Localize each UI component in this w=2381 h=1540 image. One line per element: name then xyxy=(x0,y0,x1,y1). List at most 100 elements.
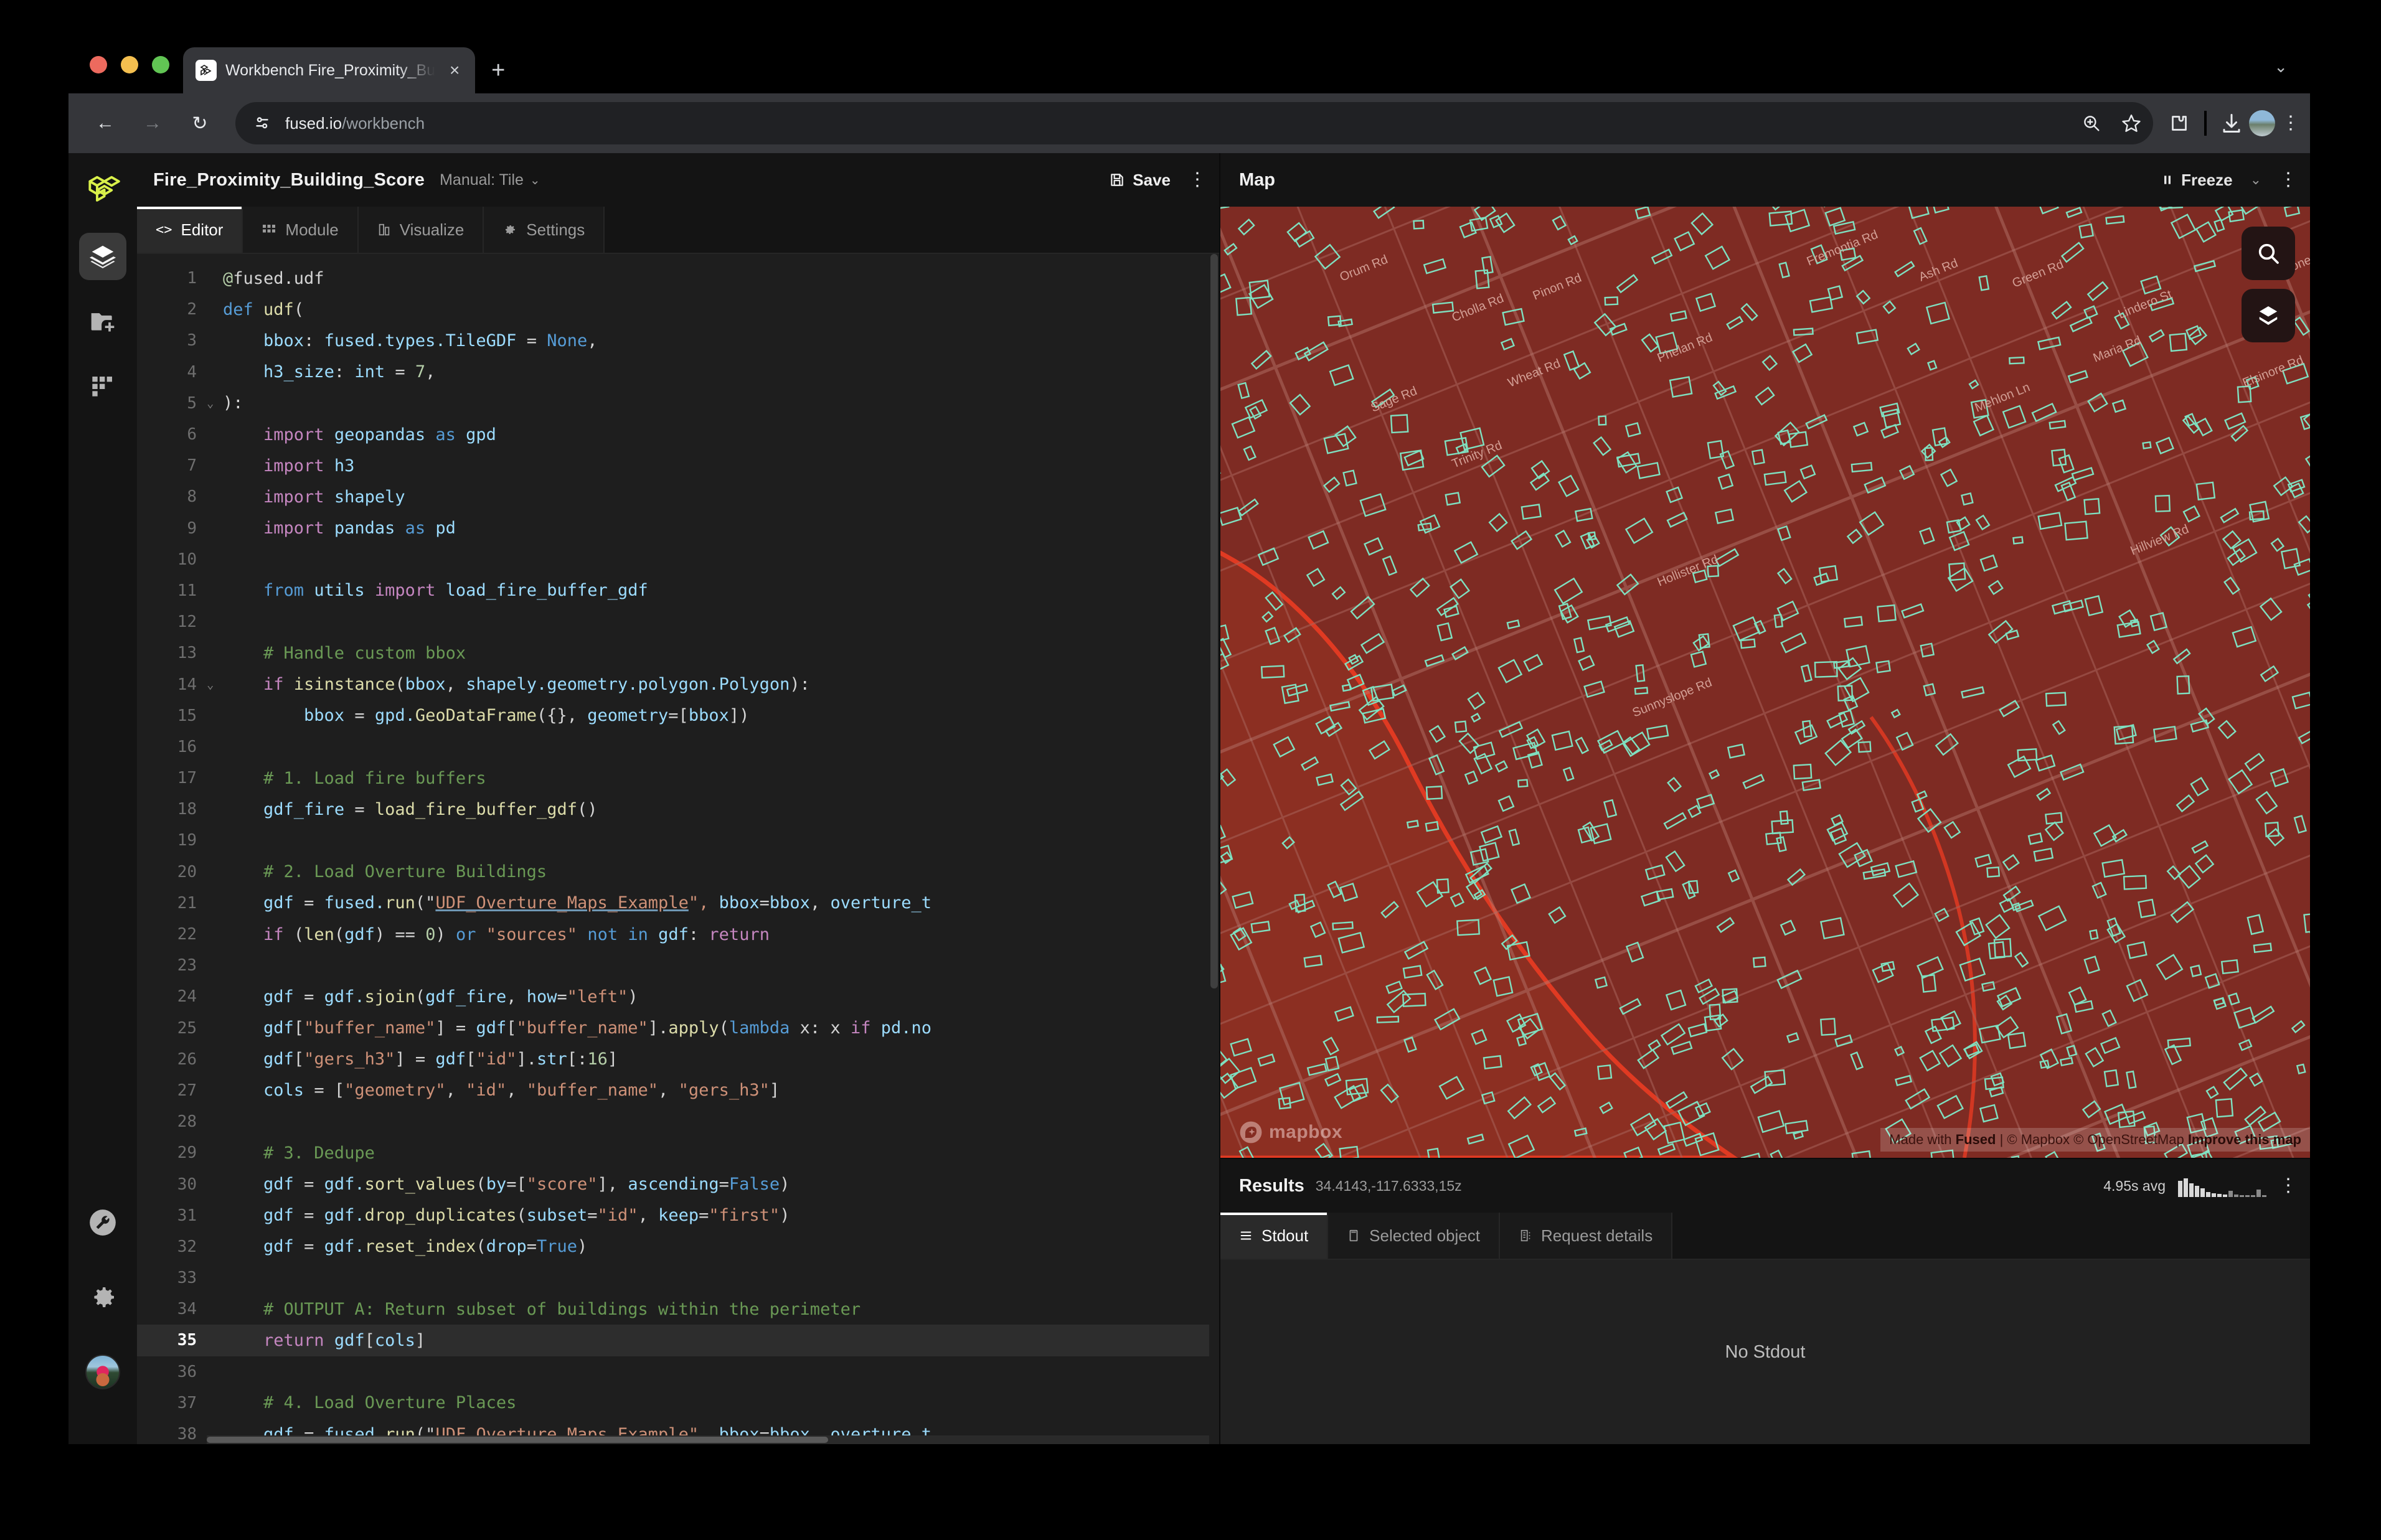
zoom-icon[interactable] xyxy=(2081,113,2102,134)
code-line[interactable]: 25 gdf["buffer_name"] = gdf["buffer_name… xyxy=(137,1013,1219,1044)
forward-button[interactable]: → xyxy=(132,103,173,144)
tab-module[interactable]: Module xyxy=(243,207,358,253)
attribution-fused-link[interactable]: Fused xyxy=(1956,1132,1996,1147)
editor-horizontal-scrollbar[interactable] xyxy=(207,1435,1209,1444)
extensions-icon[interactable] xyxy=(2168,112,2190,134)
sidebar-item-grid[interactable] xyxy=(79,362,126,410)
code-token: [ xyxy=(365,1331,375,1350)
fold-toggle-icon[interactable]: ⌄ xyxy=(207,678,223,692)
code-line[interactable]: 37 # 4. Load Overture Places xyxy=(137,1387,1219,1419)
map-canvas[interactable]: Orum RdCholla RdPinon RdFremontia RdAsh … xyxy=(1220,207,2310,1158)
fold-toggle-icon[interactable]: ⌄ xyxy=(207,397,223,410)
tab-stdout[interactable]: Stdout xyxy=(1220,1213,1328,1259)
code-token: ( xyxy=(294,300,304,319)
map-layers-button[interactable] xyxy=(2242,289,2295,342)
tab-settings[interactable]: Settings xyxy=(484,207,605,253)
fused-logo-icon[interactable] xyxy=(83,169,122,208)
map-search-button[interactable] xyxy=(2242,227,2295,280)
browser-profile-avatar[interactable] xyxy=(2249,110,2275,136)
chevron-down-icon[interactable]: ⌄ xyxy=(530,172,540,188)
code-line[interactable]: 4 h3_size: int = 7, xyxy=(137,357,1219,388)
code-line[interactable]: 23 xyxy=(137,950,1219,981)
map-chevron-down-icon[interactable]: ⌄ xyxy=(2250,172,2261,188)
sidebar-item-settings[interactable] xyxy=(79,1274,126,1321)
code-token: = xyxy=(294,1175,324,1194)
code-line[interactable]: 26 gdf["gers_h3"] = gdf["id"].str[:16] xyxy=(137,1044,1219,1075)
sidebar-item-new-folder[interactable] xyxy=(79,298,126,345)
sidebar-item-tools[interactable] xyxy=(79,1199,126,1246)
code-line[interactable]: 29 # 3. Dedupe xyxy=(137,1137,1219,1168)
map-menu-button[interactable]: ⋮ xyxy=(2279,175,2291,185)
code-line[interactable]: 27 cols = ["geometry", "id", "buffer_nam… xyxy=(137,1075,1219,1106)
code-line[interactable]: 6 import geopandas as gpd xyxy=(137,419,1219,450)
code-line[interactable]: 3 bbox: fused.types.TileGDF = None, xyxy=(137,325,1219,356)
back-button[interactable]: ← xyxy=(85,103,126,144)
code-line[interactable]: 31 gdf = gdf.drop_duplicates(subset="id"… xyxy=(137,1200,1219,1231)
code-line[interactable]: 10 xyxy=(137,544,1219,575)
udf-reference-link[interactable]: UDF_Overture_Maps_Example xyxy=(435,893,688,913)
code-token: = xyxy=(344,706,375,725)
code-line[interactable]: 30 gdf = gdf.sort_values(by=["score"], a… xyxy=(137,1168,1219,1200)
tab-visualize[interactable]: Visualize xyxy=(359,207,484,253)
code-line[interactable]: 28 xyxy=(137,1106,1219,1137)
code-line[interactable]: 32 gdf = gdf.reset_index(drop=True) xyxy=(137,1231,1219,1262)
code-line[interactable]: 15 bbox = gpd.GeoDataFrame({}, geometry=… xyxy=(137,700,1219,731)
address-bar[interactable]: fused.io/workbench xyxy=(235,102,2153,144)
code-line[interactable]: 33 xyxy=(137,1262,1219,1294)
minimize-window-button[interactable] xyxy=(121,56,138,73)
scrollbar-thumb-horizontal[interactable] xyxy=(207,1437,828,1443)
improve-map-link[interactable]: Improve this map xyxy=(2188,1132,2301,1147)
code-line[interactable]: 17 # 1. Load fire buffers xyxy=(137,763,1219,794)
code-line[interactable]: 12 xyxy=(137,606,1219,637)
code-token: reset_index xyxy=(365,1237,476,1256)
code-line[interactable]: 18 gdf_fire = load_fire_buffer_gdf() xyxy=(137,794,1219,825)
browser-tab[interactable]: Workbench Fire_Proximity_Bu × xyxy=(183,47,475,93)
code-line[interactable]: 35 return gdf[cols] xyxy=(137,1325,1219,1356)
browser-menu-button[interactable]: ⋮ xyxy=(2281,118,2294,129)
code-token: ", xyxy=(689,893,719,913)
tab-request-details[interactable]: Request details xyxy=(1500,1213,1672,1259)
code-line[interactable]: 21 gdf = fused.run("UDF_Overture_Maps_Ex… xyxy=(137,888,1219,919)
code-line[interactable]: 20 # 2. Load Overture Buildings xyxy=(137,857,1219,888)
run-mode-label[interactable]: Manual: Tile xyxy=(440,171,524,189)
code-line[interactable]: 14⌄ if isinstance(bbox, shapely.geometry… xyxy=(137,669,1219,700)
udf-menu-button[interactable]: ⋮ xyxy=(1188,175,1200,185)
code-line[interactable]: 13 # Handle custom bbox xyxy=(137,637,1219,669)
code-line[interactable]: 5⌄): xyxy=(137,388,1219,419)
sidebar-item-layers[interactable] xyxy=(79,233,126,280)
results-header: Results 34.4143,-117.6333,15z 4.95s avg … xyxy=(1220,1159,2310,1213)
new-tab-button[interactable]: + xyxy=(491,59,505,82)
downloads-icon[interactable] xyxy=(2220,112,2243,134)
code-line[interactable]: 2def udf( xyxy=(137,294,1219,325)
maximize-window-button[interactable] xyxy=(152,56,169,73)
code-line[interactable]: 9 import pandas as pd xyxy=(137,513,1219,544)
close-window-button[interactable] xyxy=(90,56,107,73)
freeze-button[interactable]: Freeze xyxy=(2161,171,2232,190)
code-line[interactable]: 36 xyxy=(137,1356,1219,1387)
scrollbar-thumb[interactable] xyxy=(1210,254,1218,988)
window-chevron-icon[interactable]: ⌄ xyxy=(2274,57,2288,77)
site-info-icon[interactable] xyxy=(252,113,273,134)
save-button[interactable]: Save xyxy=(1109,171,1171,190)
code-line[interactable]: 24 gdf = gdf.sjoin(gdf_fire, how="left") xyxy=(137,981,1219,1012)
line-number: 10 xyxy=(137,550,207,569)
results-menu-button[interactable]: ⋮ xyxy=(2279,1181,2291,1191)
code-line[interactable]: 34 # OUTPUT A: Return subset of building… xyxy=(137,1294,1219,1325)
code-editor[interactable]: 1@fused.udf2def udf(3 bbox: fused.types.… xyxy=(137,254,1219,1444)
tab-editor[interactable]: <> Editor xyxy=(137,207,243,253)
mapbox-logo[interactable]: mapbox xyxy=(1239,1120,1342,1144)
close-tab-button[interactable]: × xyxy=(444,62,465,79)
bookmark-star-icon[interactable] xyxy=(2121,113,2142,134)
reload-button[interactable]: ↻ xyxy=(179,103,220,144)
sidebar-item-account[interactable] xyxy=(79,1348,126,1396)
code-line[interactable]: 16 xyxy=(137,731,1219,763)
editor-vertical-scrollbar[interactable] xyxy=(1209,254,1219,1444)
code-line[interactable]: 1@fused.udf xyxy=(137,263,1219,294)
code-line[interactable]: 19 xyxy=(137,825,1219,856)
code-line[interactable]: 8 import shapely xyxy=(137,481,1219,512)
code-line[interactable]: 7 import h3 xyxy=(137,450,1219,481)
tab-selected-object[interactable]: Selected object xyxy=(1328,1213,1500,1259)
code-token: keep xyxy=(658,1206,699,1225)
code-line[interactable]: 22 if (len(gdf) == 0) or "sources" not i… xyxy=(137,919,1219,950)
code-line[interactable]: 11 from utils import load_fire_buffer_gd… xyxy=(137,575,1219,606)
